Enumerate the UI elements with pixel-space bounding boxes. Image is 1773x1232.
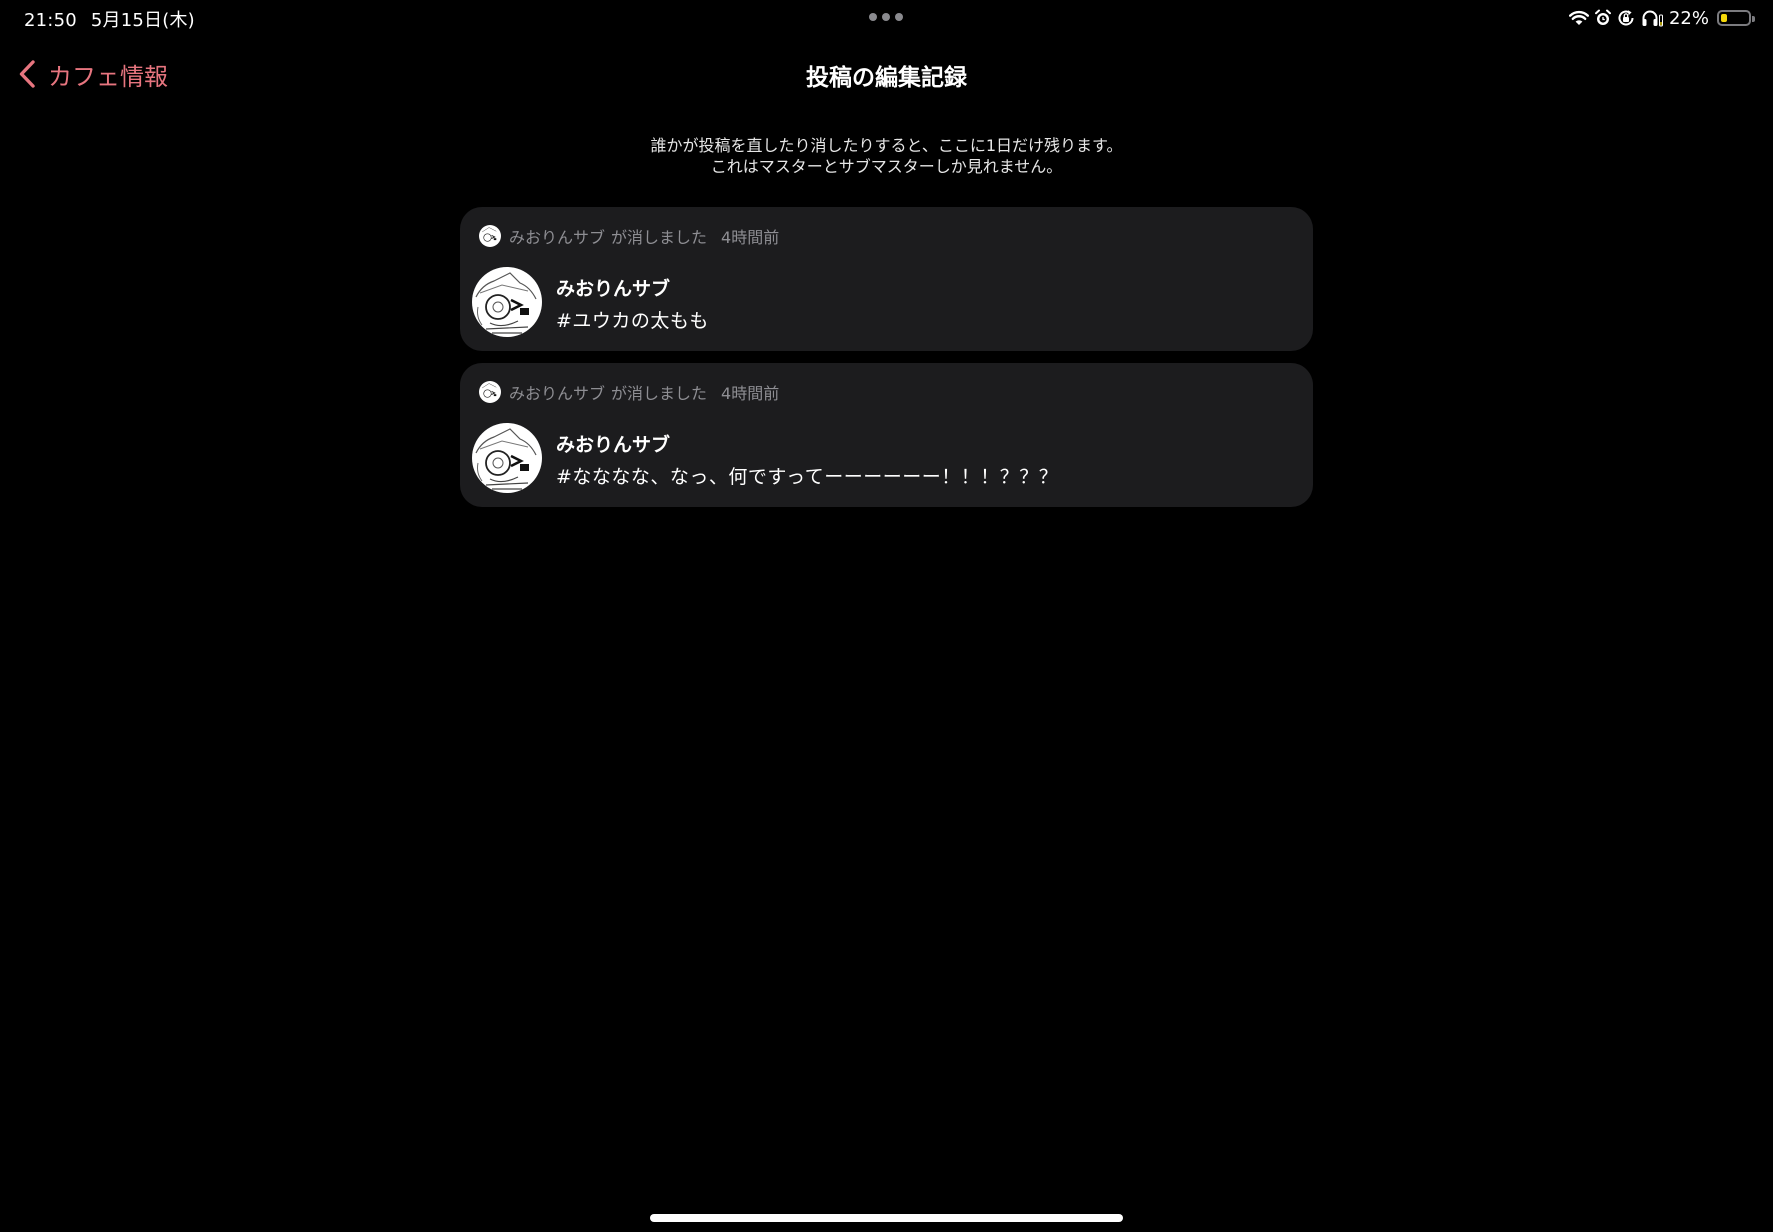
- log-time: 4時間前: [721, 384, 780, 403]
- log-action: が消しました: [611, 384, 708, 403]
- post-text: #ユウカの太もも: [556, 310, 709, 332]
- edit-log-card[interactable]: みおりんサブ が消しました 4時間前 みおりんサブ #ユウカの太もも: [460, 207, 1313, 351]
- home-indicator[interactable]: [650, 1214, 1123, 1222]
- wifi-icon: [1568, 10, 1589, 26]
- battery-level-fill: [1721, 14, 1727, 22]
- orientation-lock-icon: [1617, 9, 1635, 27]
- actor-avatar: [479, 225, 501, 247]
- status-bar-left: 21:50 5月15日(木): [24, 6, 195, 32]
- status-bar-right: 22%: [1568, 5, 1755, 31]
- log-action: が消しました: [611, 228, 708, 247]
- log-time: 4時間前: [721, 228, 780, 247]
- headphones-icon: [1641, 9, 1663, 27]
- description-line-2: これはマスターとサブマスターしか見れません。: [710, 157, 1063, 176]
- actor-name: みおりんサブ: [509, 228, 606, 247]
- actor-avatar: [479, 381, 501, 403]
- page-title: 投稿の編集記録: [806, 65, 967, 91]
- page-description: 誰かが投稿を直したり消したりすると、ここに1日だけ残ります。 これはマスターとサ…: [0, 135, 1773, 177]
- log-header: みおりんサブ が消しました 4時間前: [479, 381, 779, 403]
- actor-name: みおりんサブ: [509, 384, 606, 403]
- log-header: みおりんサブ が消しました 4時間前: [479, 225, 779, 247]
- alarm-icon: [1594, 9, 1611, 27]
- description-line-1: 誰かが投稿を直したり消したりすると、ここに1日だけ残ります。: [650, 136, 1123, 155]
- status-time: 21:50: [24, 10, 77, 31]
- battery-icon: [1717, 10, 1755, 26]
- author-avatar[interactable]: [472, 267, 542, 337]
- post-text: #なななな、なっ、何ですってーーーーーー！！！？？？: [556, 466, 1059, 488]
- status-date: 5月15日(木): [90, 10, 195, 31]
- post-author-name: みおりんサブ: [556, 278, 671, 300]
- author-avatar[interactable]: [472, 423, 542, 493]
- post-author-name: みおりんサブ: [556, 434, 671, 456]
- multitasking-menu-icon[interactable]: [869, 13, 903, 21]
- edit-log-list: みおりんサブ が消しました 4時間前 みおりんサブ #ユウカの太もも みおりんサ…: [460, 207, 1313, 519]
- edit-log-card[interactable]: みおりんサブ が消しました 4時間前 みおりんサブ #なななな、なっ、何ですって…: [460, 363, 1313, 507]
- battery-percent: 22%: [1668, 7, 1709, 29]
